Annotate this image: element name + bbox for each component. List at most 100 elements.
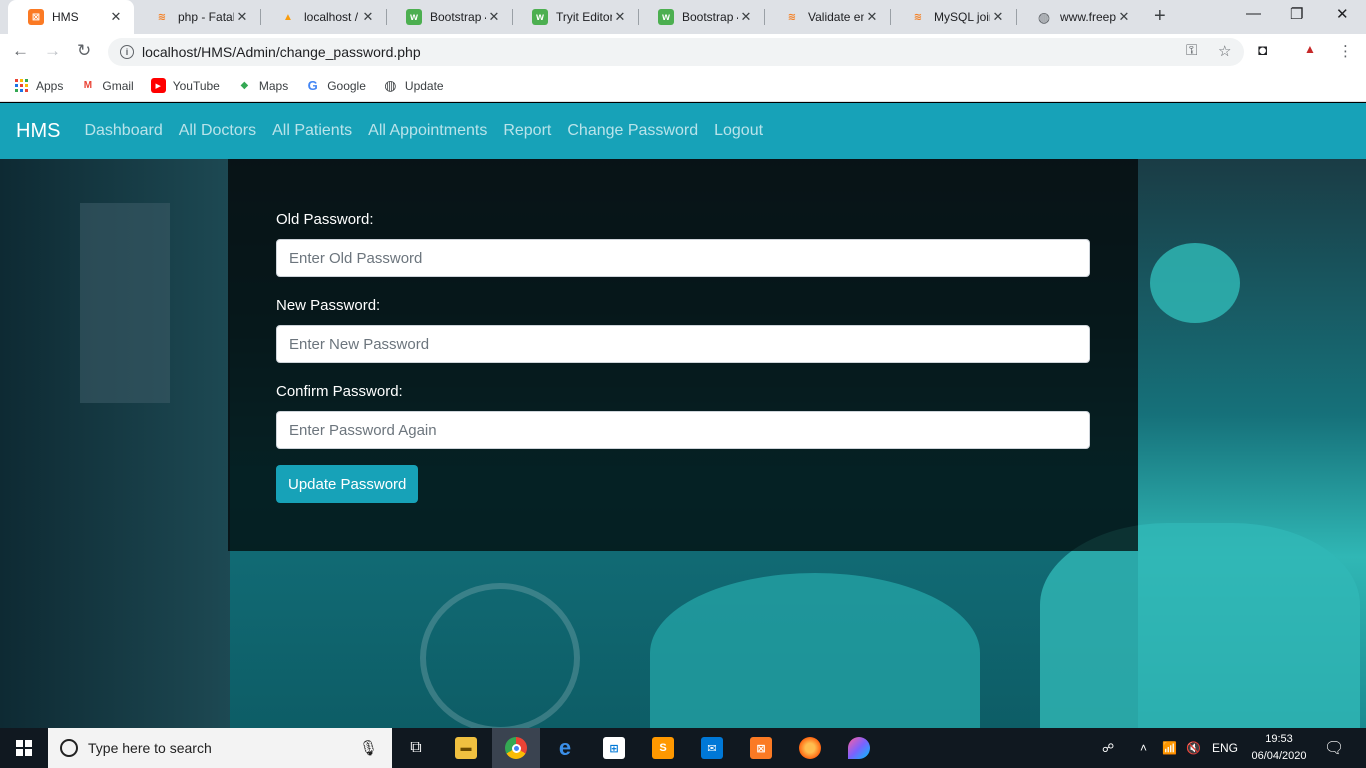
w3schools-icon: w — [532, 9, 548, 25]
stackoverflow-icon: ≋ — [787, 11, 797, 23]
update-password-button[interactable]: Update Password — [276, 465, 419, 503]
people-icon[interactable]: ☍ — [1102, 728, 1114, 768]
close-window-button[interactable]: ✕ — [1336, 5, 1349, 23]
tab-mysql-join[interactable]: ≋ MySQL join ✕ — [890, 0, 1016, 34]
minimize-button[interactable]: — — [1246, 5, 1261, 22]
nav-dashboard[interactable]: Dashboard — [84, 122, 162, 140]
bookmark-apps[interactable]: Apps — [14, 78, 63, 93]
close-icon[interactable]: ✕ — [108, 9, 124, 25]
nav-all-appointments[interactable]: All Appointments — [368, 122, 487, 140]
tab-title: Tryit Editor — [556, 10, 612, 24]
firefox-icon[interactable] — [786, 728, 834, 768]
nav-logout[interactable]: Logout — [714, 122, 763, 140]
surgeon-body — [650, 573, 980, 728]
tab-validate-email[interactable]: ≋ Validate em ✕ — [764, 0, 890, 34]
tab-title: www.freepil — [1060, 10, 1116, 24]
store-icon[interactable]: ⊞ — [590, 728, 638, 768]
forward-arrow-icon[interactable]: → — [44, 41, 61, 61]
tab-php-fatal[interactable]: ≋ php - Fatal ✕ — [134, 0, 260, 34]
windows-taskbar: Type here to search 🎙 ⧉ ▬ e ⊞ S ✉ ⊠ ☍ ˄ … — [0, 728, 1366, 768]
network-icon[interactable]: 📶 — [1162, 728, 1177, 768]
phpmyadmin-icon: ▲ — [283, 11, 293, 23]
volume-muted-icon[interactable]: 🔇 — [1186, 728, 1201, 768]
bookmark-maps[interactable]: ◆ Maps — [237, 78, 289, 93]
nav-report[interactable]: Report — [503, 122, 551, 140]
close-icon[interactable]: ✕ — [1116, 9, 1132, 25]
sublime-text-icon[interactable]: S — [639, 728, 687, 768]
surgical-drape — [1040, 523, 1360, 728]
globe-icon: ◍ — [384, 77, 397, 93]
close-icon[interactable]: ✕ — [612, 9, 628, 25]
notifications-icon[interactable]: 🗨 — [1324, 728, 1344, 768]
close-icon[interactable]: ✕ — [738, 9, 754, 25]
windows-logo-icon — [16, 740, 32, 756]
tab-title: php - Fatal — [178, 10, 234, 24]
bookmark-youtube[interactable]: ▶ YouTube — [150, 78, 220, 93]
tab-localhost[interactable]: ▲ localhost / ✕ — [260, 0, 386, 34]
search-placeholder: Type here to search — [88, 740, 212, 756]
clock-time: 19:53 — [1265, 733, 1293, 745]
microphone-icon[interactable]: 🎙 — [359, 739, 378, 757]
xampp-icon[interactable]: ⊠ — [737, 728, 785, 768]
tab-tryit-editor[interactable]: w Tryit Editor ✕ — [512, 0, 638, 34]
maximize-button[interactable]: ❐ — [1290, 5, 1303, 23]
maps-icon: ◆ — [240, 80, 249, 91]
extension-icon[interactable]: ▲ — [1304, 42, 1316, 56]
url-text: localhost/HMS/Admin/change_password.php — [142, 44, 421, 60]
edge-icon[interactable]: e — [541, 728, 589, 768]
old-password-label: Old Password: — [276, 211, 374, 228]
menu-kebab-icon[interactable]: ⋮ — [1338, 42, 1353, 60]
bookmark-google[interactable]: G Google — [305, 78, 366, 93]
taskbar-search[interactable]: Type here to search 🎙 — [48, 728, 392, 768]
old-password-input[interactable] — [276, 239, 1090, 277]
close-icon[interactable]: ✕ — [990, 9, 1006, 25]
xampp-icon: ⊠ — [28, 9, 44, 25]
nav-change-password[interactable]: Change Password — [567, 122, 698, 140]
confirm-password-input[interactable] — [276, 411, 1090, 449]
new-tab-button[interactable]: + — [1154, 5, 1166, 28]
camera-icon[interactable]: ◘ — [1258, 42, 1267, 59]
tab-title: HMS — [52, 10, 79, 24]
bookmark-gmail[interactable]: M Gmail — [80, 78, 134, 93]
windows-start-button[interactable] — [0, 728, 48, 768]
close-icon[interactable]: ✕ — [360, 9, 376, 25]
task-view-icon[interactable]: ⧉ — [392, 728, 440, 768]
bookmark-label: Maps — [258, 78, 289, 93]
surgeon-cap — [1150, 243, 1240, 323]
back-arrow-icon[interactable]: ← — [12, 41, 29, 61]
globe-icon: ◍ — [1037, 8, 1051, 25]
reload-icon[interactable]: ↻ — [77, 41, 91, 61]
close-icon[interactable]: ✕ — [234, 9, 250, 25]
mail-icon[interactable]: ✉ — [688, 728, 736, 768]
tab-freepik[interactable]: ◍ www.freepil ✕ — [1016, 0, 1142, 34]
new-password-label: New Password: — [276, 297, 381, 314]
chrome-icon[interactable] — [492, 728, 540, 768]
info-icon[interactable]: i — [120, 45, 134, 59]
tab-bootstrap-1[interactable]: w Bootstrap 4 ✕ — [386, 0, 512, 34]
apps-grid-icon — [14, 78, 29, 93]
nav-all-doctors[interactable]: All Doctors — [179, 122, 256, 140]
tab-hms[interactable]: ⊠ HMS ✕ — [8, 0, 134, 34]
close-icon[interactable]: ✕ — [486, 9, 502, 25]
language-indicator[interactable]: ENG — [1212, 728, 1238, 768]
paint-3d-icon[interactable] — [835, 728, 883, 768]
bookmark-update[interactable]: ◍ Update — [383, 77, 444, 93]
address-bar[interactable]: i localhost/HMS/Admin/change_password.ph… — [108, 38, 1244, 66]
main-navbar: HMS Dashboard All Doctors All Patients A… — [0, 103, 1366, 159]
star-icon[interactable]: ☆ — [1218, 42, 1231, 60]
tab-title: localhost / — [304, 10, 359, 24]
chevron-up-icon[interactable]: ˄ — [1140, 728, 1147, 768]
close-icon[interactable]: ✕ — [864, 9, 880, 25]
clock[interactable]: 19:53 06/04/2020 — [1248, 731, 1310, 765]
brand-logo[interactable]: HMS — [16, 120, 60, 143]
key-icon[interactable]: ⚿ — [1186, 42, 1197, 59]
bookmark-label: Update — [404, 78, 444, 93]
nav-all-patients[interactable]: All Patients — [272, 122, 352, 140]
browser-toolbar: ← → ↻ i localhost/HMS/Admin/change_passw… — [0, 34, 1366, 70]
stackoverflow-icon: ≋ — [157, 11, 167, 23]
tab-bootstrap-2[interactable]: w Bootstrap 4 ✕ — [638, 0, 764, 34]
confirm-password-label: Confirm Password: — [276, 383, 403, 400]
new-password-input[interactable] — [276, 325, 1090, 363]
file-explorer-icon[interactable]: ▬ — [442, 728, 490, 768]
cortana-icon — [60, 739, 78, 757]
